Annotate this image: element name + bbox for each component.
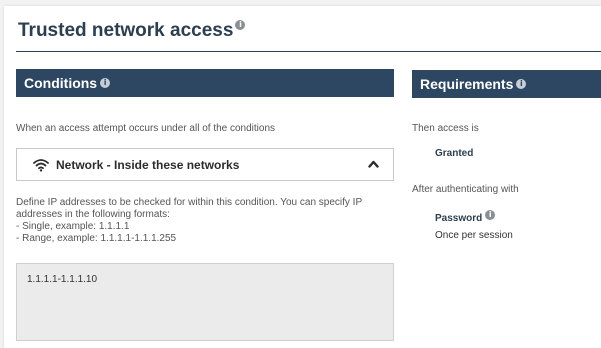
access-value: Granted — [435, 148, 474, 159]
auth-frequency: Once per session — [435, 230, 513, 241]
page-title-text: Trusted network access — [18, 20, 234, 41]
after-auth-label: After authenticating with — [412, 184, 519, 195]
help-line: Define IP addresses to be checked for wi… — [16, 197, 363, 208]
help-line: - Range, example: 1.1.1.1-1.1.1.255 — [16, 233, 177, 244]
requirements-header-label: Requirements — [420, 76, 514, 92]
auth-method-label: Password — [435, 213, 483, 224]
info-icon[interactable]: i — [485, 210, 496, 220]
ip-addresses-input[interactable] — [16, 263, 394, 341]
info-icon[interactable]: i — [516, 79, 527, 89]
conditions-intro: When an access attempt occurs under all … — [16, 123, 276, 134]
chevron-up-icon[interactable] — [368, 160, 379, 168]
conditions-header-label: Conditions — [24, 75, 98, 91]
help-line: - Single, example: 1.1.1.1 — [16, 221, 130, 232]
then-access-label: Then access is — [412, 123, 479, 134]
ip-format-help: Define IP addresses to be checked for wi… — [16, 197, 396, 245]
trusted-network-access-card: Trusted network access i Conditions i When… — [4, 6, 601, 348]
conditions-header: Conditions i — [16, 69, 394, 97]
requirements-header: Requirements i — [412, 70, 601, 98]
help-line: addresses in the following formats: — [16, 209, 170, 220]
info-icon[interactable]: i — [100, 78, 111, 88]
title-divider — [16, 51, 601, 52]
page-title: Trusted network access i — [18, 19, 246, 42]
network-condition-panel[interactable]: Network - Inside these networks — [16, 148, 394, 181]
auth-method: Password i — [435, 210, 496, 224]
network-condition-label: Network - Inside these networks — [56, 158, 240, 172]
info-icon[interactable]: i — [235, 19, 246, 30]
wifi-icon — [33, 159, 49, 172]
